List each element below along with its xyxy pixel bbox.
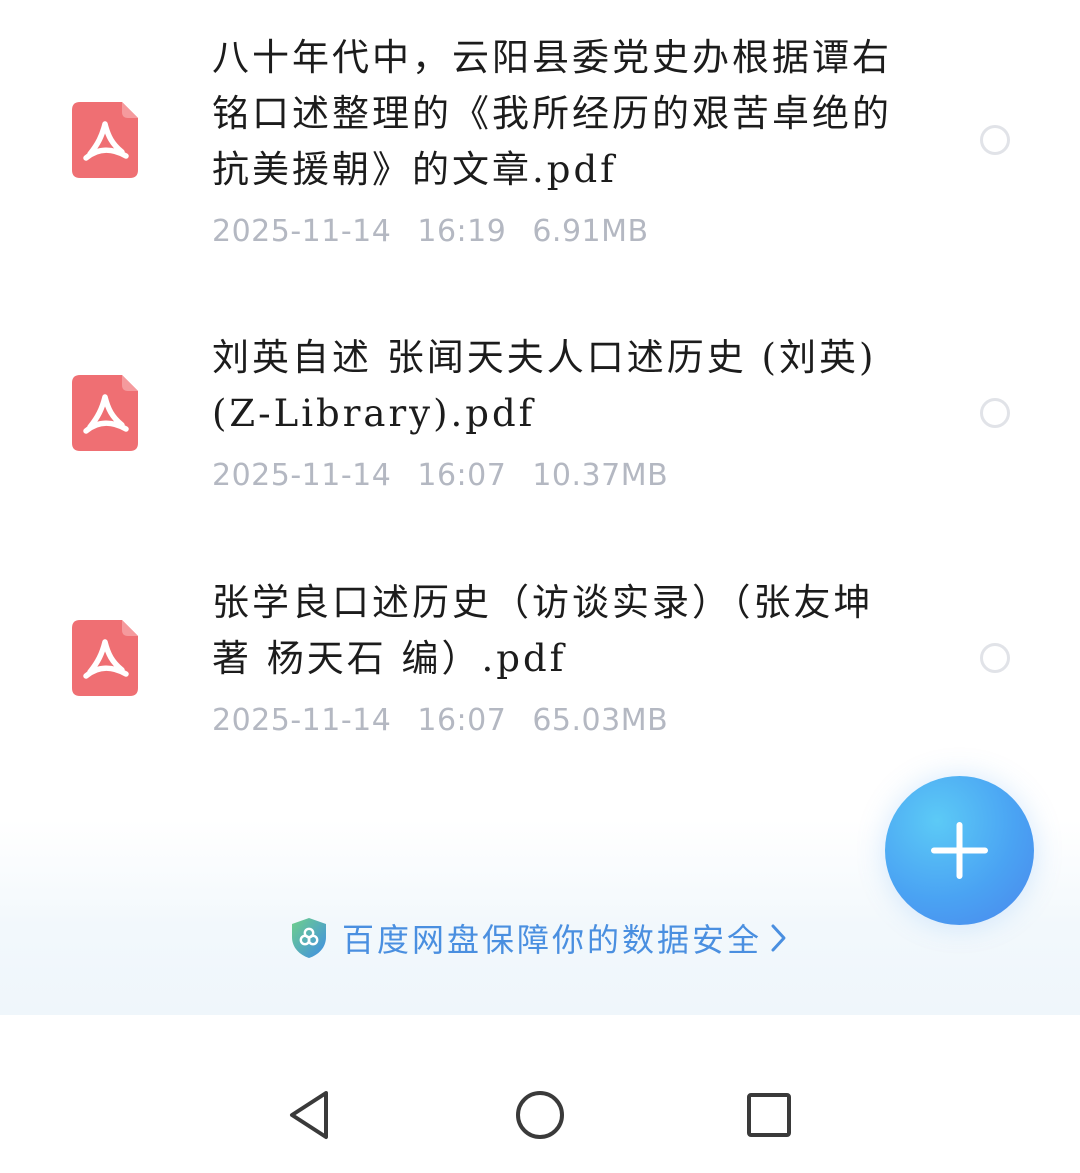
file-list-item[interactable]: 刘英自述 张闻天夫人口述历史 (刘英) (Z-Library).pdf 2025… <box>0 290 1080 535</box>
chevron-right-icon <box>771 924 786 952</box>
file-name: 刘英自述 张闻天夫人口述历史 (刘英) (Z-Library).pdf <box>212 336 877 435</box>
plus-icon <box>931 822 988 879</box>
triangle-back-icon[interactable] <box>280 1085 340 1145</box>
file-size: 65.03MB <box>532 703 669 738</box>
file-date: 2025-11-14 <box>212 458 392 493</box>
file-date: 2025-11-14 <box>212 703 392 738</box>
file-date: 2025-11-14 <box>212 214 392 249</box>
select-radio[interactable] <box>980 125 1010 155</box>
square-recents-icon[interactable] <box>739 1085 799 1145</box>
file-list-item[interactable]: 八十年代中，云阳县委党史办根据谭右铭口述整理的《我所经历的艰苦卓绝的抗美援朝》的… <box>0 0 1080 290</box>
file-time: 16:07 <box>417 458 507 493</box>
file-list-screen: 八十年代中，云阳县委党史办根据谭右铭口述整理的《我所经历的艰苦卓绝的抗美援朝》的… <box>0 0 1080 1173</box>
select-radio[interactable] <box>980 643 1010 673</box>
pdf-icon <box>72 375 138 451</box>
circle-home-icon[interactable] <box>510 1085 570 1145</box>
pdf-icon <box>72 102 138 178</box>
file-meta: 2025-11-14 16:19 6.91MB <box>212 214 675 249</box>
file-meta: 2025-11-14 16:07 10.37MB <box>212 458 694 493</box>
select-radio[interactable] <box>980 398 1010 428</box>
system-navigation-bar <box>0 1015 1080 1173</box>
add-button[interactable] <box>885 776 1034 925</box>
security-banner[interactable]: 百度网盘保障你的数据安全 <box>0 908 1080 968</box>
pdf-icon <box>72 620 138 696</box>
file-time: 16:19 <box>417 214 507 249</box>
file-name: 张学良口述历史（访谈实录）（张友坤 著 杨天石 编）.pdf <box>212 581 874 680</box>
file-time: 16:07 <box>417 703 507 738</box>
file-size: 6.91MB <box>532 214 649 249</box>
file-name: 八十年代中，云阳县委党史办根据谭右铭口述整理的《我所经历的艰苦卓绝的抗美援朝》的… <box>212 36 892 191</box>
shield-icon <box>291 918 326 958</box>
file-list-item[interactable]: 张学良口述历史（访谈实录）（张友坤 著 杨天石 编）.pdf 2025-11-1… <box>0 535 1080 780</box>
file-meta: 2025-11-14 16:07 65.03MB <box>212 703 694 738</box>
file-size: 10.37MB <box>532 458 669 493</box>
security-banner-text: 百度网盘保障你的数据安全 <box>341 921 762 959</box>
